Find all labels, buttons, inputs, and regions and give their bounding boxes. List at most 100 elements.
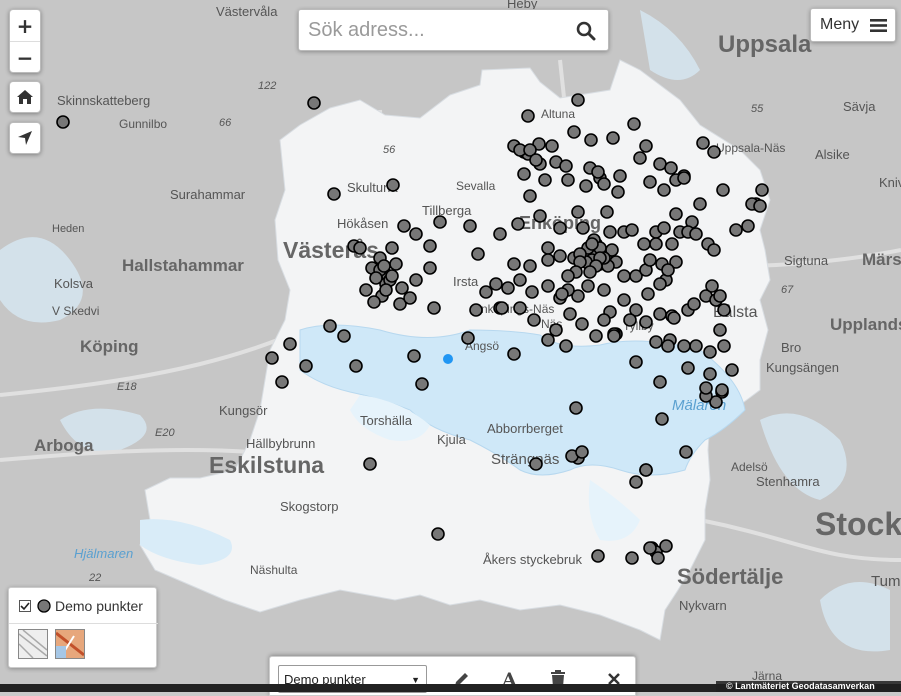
locate-button[interactable] <box>9 122 41 154</box>
demo-point-marker[interactable] <box>581 279 595 293</box>
demo-point-marker[interactable] <box>657 221 671 235</box>
demo-point-marker[interactable] <box>753 199 767 213</box>
layer-checkbox[interactable] <box>19 599 31 612</box>
demo-point-marker[interactable] <box>517 167 531 181</box>
demo-point-marker[interactable] <box>275 375 289 389</box>
demo-point-marker[interactable] <box>561 173 575 187</box>
demo-point-marker[interactable] <box>611 185 625 199</box>
demo-point-marker[interactable] <box>379 283 393 297</box>
demo-point-marker[interactable] <box>571 205 585 219</box>
demo-point-marker[interactable] <box>461 331 475 345</box>
demo-point-marker[interactable] <box>576 221 590 235</box>
demo-point-marker[interactable] <box>359 283 373 297</box>
demo-point-marker[interactable] <box>389 257 403 271</box>
demo-point-marker[interactable] <box>716 183 730 197</box>
demo-point-marker[interactable] <box>523 189 537 203</box>
menu-button[interactable]: Meny <box>810 8 896 42</box>
demo-point-marker[interactable] <box>549 323 563 337</box>
demo-point-marker[interactable] <box>606 131 620 145</box>
demo-point-marker[interactable] <box>538 173 552 187</box>
demo-point-marker[interactable] <box>527 313 541 327</box>
demo-point-marker[interactable] <box>649 335 663 349</box>
demo-point-marker[interactable] <box>643 541 657 555</box>
demo-point-marker[interactable] <box>489 277 503 291</box>
demo-point-marker[interactable] <box>395 281 409 295</box>
demo-point-marker[interactable] <box>717 303 731 317</box>
demo-point-marker[interactable] <box>397 219 411 233</box>
demo-point-marker[interactable] <box>696 136 710 150</box>
zoom-in-button[interactable]: + <box>10 10 40 42</box>
demo-point-marker[interactable] <box>463 219 477 233</box>
demo-point-marker[interactable] <box>597 313 611 327</box>
demo-point-marker[interactable] <box>707 145 721 159</box>
demo-point-marker[interactable] <box>589 329 603 343</box>
search-input[interactable] <box>299 17 565 43</box>
demo-point-marker[interactable] <box>507 347 521 361</box>
demo-point-marker[interactable] <box>563 307 577 321</box>
demo-point-marker[interactable] <box>493 227 507 241</box>
demo-point-marker[interactable] <box>639 463 653 477</box>
demo-point-marker[interactable] <box>427 301 441 315</box>
demo-point-marker[interactable] <box>471 247 485 261</box>
demo-point-marker[interactable] <box>407 349 421 363</box>
demo-point-marker[interactable] <box>617 293 631 307</box>
demo-point-marker[interactable] <box>664 161 678 175</box>
demo-point-marker[interactable] <box>523 259 537 273</box>
demo-point-marker[interactable] <box>584 133 598 147</box>
demo-point-marker[interactable] <box>651 551 665 565</box>
demo-point-marker[interactable] <box>613 169 627 183</box>
demo-point-marker[interactable] <box>569 401 583 415</box>
demo-point-marker[interactable] <box>363 457 377 471</box>
demo-point-marker[interactable] <box>541 253 555 267</box>
demo-point-marker[interactable] <box>707 243 721 257</box>
demo-point-marker[interactable] <box>525 285 539 299</box>
demo-point-marker[interactable] <box>629 355 643 369</box>
demo-point-marker[interactable] <box>511 217 525 231</box>
basemap-color-thumbnail[interactable] <box>55 629 85 659</box>
demo-point-marker[interactable] <box>323 319 337 333</box>
demo-point-marker[interactable] <box>299 359 313 373</box>
demo-point-marker[interactable] <box>529 457 543 471</box>
demo-point-marker[interactable] <box>423 261 437 275</box>
demo-point-marker[interactable] <box>600 205 614 219</box>
demo-point-marker[interactable] <box>725 363 739 377</box>
demo-point-marker[interactable] <box>715 383 729 397</box>
demo-point-marker[interactable] <box>469 303 483 317</box>
demo-point-marker[interactable] <box>479 285 493 299</box>
demo-point-marker[interactable] <box>699 381 713 395</box>
demo-point-marker[interactable] <box>385 241 399 255</box>
demo-point-marker[interactable] <box>571 93 585 107</box>
demo-point-marker[interactable] <box>623 313 637 327</box>
demo-point-marker[interactable] <box>353 241 367 255</box>
demo-point-marker[interactable] <box>403 291 417 305</box>
demo-point-marker[interactable] <box>591 165 605 179</box>
demo-point-marker[interactable] <box>409 273 423 287</box>
demo-point-marker[interactable] <box>541 241 555 255</box>
demo-point-marker[interactable] <box>687 297 701 311</box>
demo-point-marker[interactable] <box>661 339 675 353</box>
demo-point-marker[interactable] <box>545 139 559 153</box>
demo-point-marker[interactable] <box>755 183 769 197</box>
demo-point-marker[interactable] <box>703 367 717 381</box>
demo-point-marker[interactable] <box>597 283 611 297</box>
demo-point-marker[interactable] <box>501 281 515 295</box>
demo-point-marker[interactable] <box>553 249 567 263</box>
demo-point-marker[interactable] <box>653 307 667 321</box>
demo-point-marker[interactable] <box>677 339 691 353</box>
demo-point-marker[interactable] <box>597 177 611 191</box>
demo-point-marker[interactable] <box>575 317 589 331</box>
demo-point-marker[interactable] <box>567 125 581 139</box>
demo-point-marker[interactable] <box>607 329 621 343</box>
demo-point-marker[interactable] <box>681 361 695 375</box>
demo-point-marker[interactable] <box>729 223 743 237</box>
demo-point-marker[interactable] <box>653 157 667 171</box>
demo-point-marker[interactable] <box>689 227 703 241</box>
demo-point-marker[interactable] <box>677 171 691 185</box>
demo-point-marker[interactable] <box>337 329 351 343</box>
demo-point-marker[interactable] <box>56 115 70 129</box>
demo-point-marker[interactable] <box>653 375 667 389</box>
demo-point-marker[interactable] <box>617 269 631 283</box>
demo-point-marker[interactable] <box>639 139 653 153</box>
demo-point-marker[interactable] <box>703 345 717 359</box>
demo-point-marker[interactable] <box>665 237 679 251</box>
